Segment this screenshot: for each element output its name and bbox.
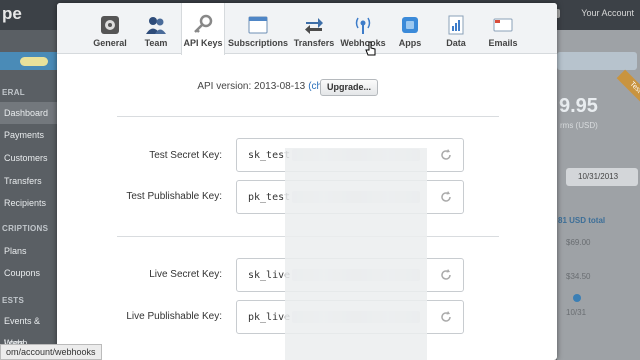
tab-subscriptions-label: Subscriptions (227, 38, 288, 48)
chart-tick-date: 10/31 (566, 308, 587, 317)
upgrade-button[interactable]: Upgrade... (320, 79, 378, 96)
balance-subtitle: rms (USD) (560, 121, 598, 130)
tab-subscriptions[interactable]: Subscriptions (227, 3, 289, 54)
sidebar-item-events[interactable]: Events & Webh (0, 310, 57, 348)
date-picker[interactable]: 10/31/2013 (566, 168, 638, 186)
tab-general-label: General (93, 38, 127, 48)
sidebar-item-coupons[interactable]: Coupons (0, 262, 57, 284)
api-version-label: API version: 2013-08-13 (197, 81, 306, 92)
tab-data[interactable]: Data (439, 3, 473, 54)
redaction-blur (285, 148, 427, 360)
tab-data-label: Data (446, 38, 466, 48)
tab-api-keys-label: API Keys (183, 38, 223, 48)
chart-tick-top: $69.00 (566, 238, 591, 247)
logo: pe (2, 4, 22, 23)
sidebar-section-subscriptions: CRIPTIONS (2, 224, 49, 233)
refresh-icon[interactable] (439, 310, 453, 324)
test-secret-key-label: Test Secret Key: (149, 150, 222, 161)
webhooks-icon (355, 17, 371, 34)
sidebar-item-customers[interactable]: Customers (0, 147, 57, 169)
team-icon (146, 17, 166, 34)
tab-api-keys[interactable]: API Keys (181, 3, 225, 55)
transfers-icon (305, 18, 323, 34)
sidebar-item-recipients[interactable]: Recipients (0, 192, 57, 214)
live-publishable-key-label: Live Publishable Key: (126, 311, 222, 322)
chart-total: 81 USD total (558, 216, 606, 225)
account-menu[interactable]: Your Account (581, 8, 634, 18)
refresh-icon[interactable] (439, 148, 453, 162)
apps-icon (402, 17, 418, 33)
search-input[interactable] (557, 52, 637, 70)
chart-point (573, 294, 581, 302)
tab-transfers-label: Transfers (293, 38, 335, 48)
tab-webhooks-label: Webhooks (340, 38, 386, 48)
tab-team-label: Team (144, 38, 168, 48)
chart-tick-mid: $34.50 (566, 272, 591, 281)
live-secret-key-label: Live Secret Key: (149, 269, 222, 280)
tab-apps[interactable]: Apps (393, 3, 427, 54)
sidebar-section-general: ERAL (2, 88, 25, 97)
tab-apps-label: Apps (398, 38, 422, 48)
separator (117, 116, 499, 117)
refresh-icon[interactable] (439, 268, 453, 282)
sidebar-item-transfers[interactable]: Transfers (0, 170, 57, 192)
gear-icon (101, 16, 119, 34)
pointer-cursor-icon (365, 41, 376, 56)
live-test-toggle[interactable] (20, 57, 48, 66)
test-publishable-key-value: pk_test (248, 192, 291, 203)
status-url: om/account/webhooks (0, 344, 102, 360)
api-version-row: API version: 2013-08-13(changes) (57, 81, 557, 92)
data-icon (448, 15, 464, 35)
tab-webhooks[interactable]: Webhooks (339, 3, 387, 54)
tab-emails-label: Emails (488, 38, 518, 48)
tab-transfers[interactable]: Transfers (291, 3, 337, 54)
emails-icon (493, 18, 513, 32)
account-settings-modal: General Team API Keys Subscriptions Tran… (57, 3, 557, 360)
settings-tabs: General Team API Keys Subscriptions Tran… (57, 3, 557, 55)
live-secret-key-value: sk_live (248, 270, 291, 281)
subscriptions-icon (248, 16, 268, 34)
refresh-icon[interactable] (439, 190, 453, 204)
sidebar-item-payments[interactable]: Payments (0, 124, 57, 146)
sidebar-item-dashboard[interactable]: Dashboard (0, 102, 57, 124)
tab-team[interactable]: Team (135, 3, 177, 54)
tab-emails[interactable]: Emails (483, 3, 523, 54)
test-publishable-key-label: Test Publishable Key: (126, 191, 222, 202)
test-secret-key-value: sk_test (248, 150, 291, 161)
key-icon (194, 14, 213, 33)
sidebar-section-requests: ESTS (2, 296, 25, 305)
balance-amount: 9.95 (559, 95, 598, 117)
live-publishable-key-value: pk_live (248, 312, 291, 323)
tab-general[interactable]: General (87, 3, 133, 54)
sidebar-item-plans[interactable]: Plans (0, 240, 57, 262)
